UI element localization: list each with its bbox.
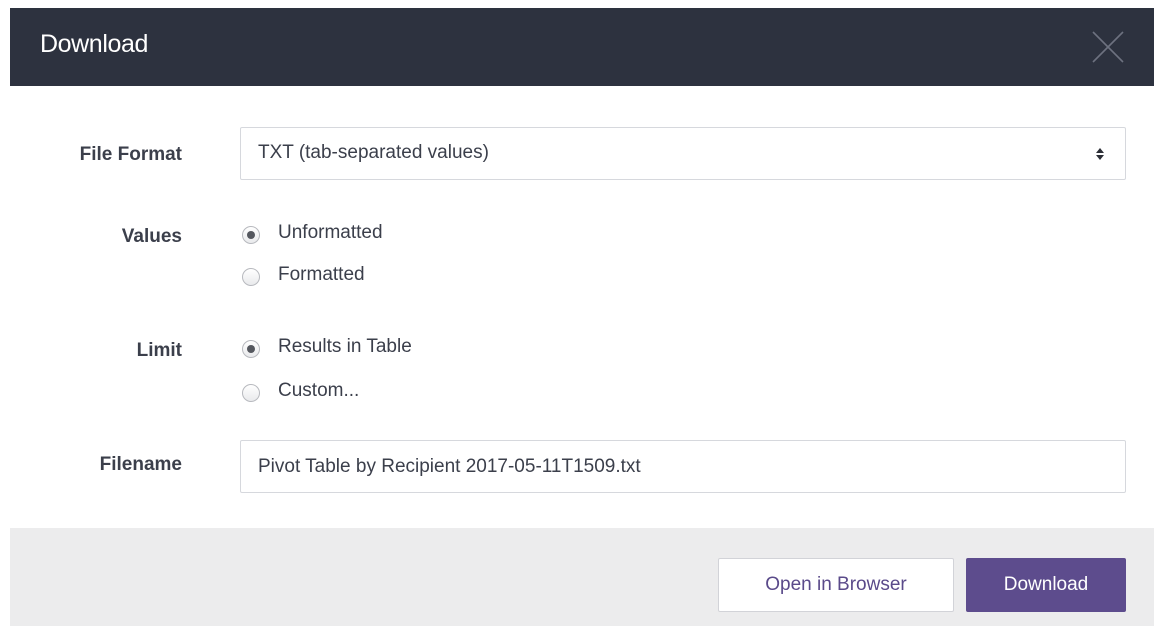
radio-button[interactable] (242, 226, 260, 244)
radio-selected-dot (247, 231, 255, 239)
file-format-select[interactable]: TXT (tab-separated values) (240, 127, 1126, 180)
values-label: Values (121, 226, 182, 247)
select-arrows-icon (1095, 146, 1105, 162)
close-icon (1092, 31, 1124, 63)
filename-input[interactable] (240, 440, 1126, 493)
radio-label: Unformatted (278, 222, 383, 243)
file-format-value: TXT (tab-separated values) (258, 142, 489, 163)
dialog-footer: Open in Browser Download (10, 528, 1154, 626)
open-in-browser-button[interactable]: Open in Browser (718, 558, 954, 612)
radio-label: Results in Table (278, 336, 412, 357)
close-button[interactable] (1090, 29, 1126, 65)
radio-button[interactable] (242, 340, 260, 358)
filename-label: Filename (99, 454, 182, 475)
download-dialog: Download File Format TXT (tab-separated … (10, 8, 1154, 626)
radio-button[interactable] (242, 384, 260, 402)
limit-label: Limit (136, 340, 182, 361)
download-button[interactable]: Download (966, 558, 1126, 612)
radio-selected-dot (247, 345, 255, 353)
radio-button[interactable] (242, 268, 260, 286)
file-format-label: File Format (79, 144, 182, 165)
radio-label: Custom... (278, 380, 360, 401)
radio-label: Formatted (278, 264, 365, 285)
dialog-header: Download (10, 8, 1154, 86)
dialog-title: Download (40, 30, 148, 58)
